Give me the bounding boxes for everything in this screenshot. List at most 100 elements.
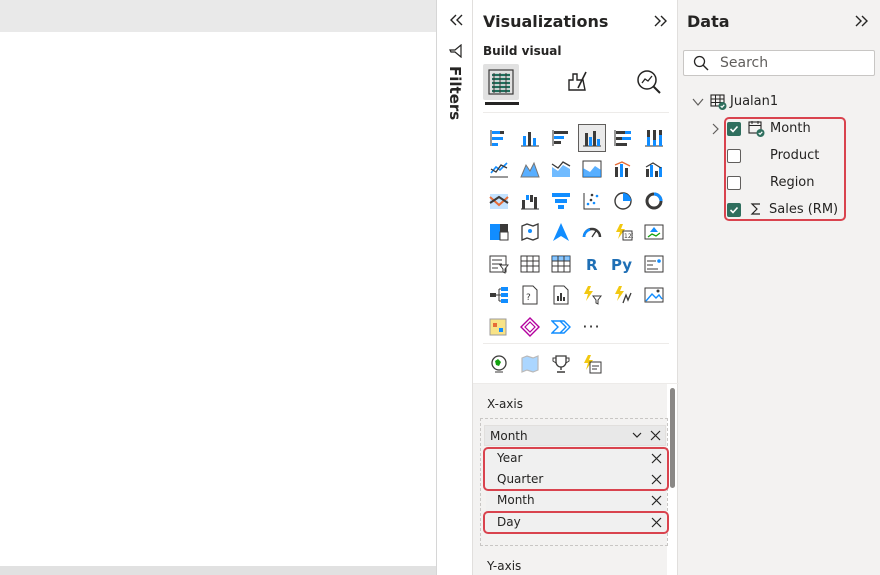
stacked-bar-chart-icon[interactable] — [483, 122, 514, 154]
100-stacked-column-chart-icon[interactable] — [638, 122, 669, 154]
field-checkbox-sales[interactable] — [727, 203, 741, 217]
sigma-icon — [750, 203, 760, 215]
more-visuals-button[interactable]: ··· — [576, 311, 607, 343]
paintbrush-icon — [568, 71, 587, 91]
treemap-icon[interactable] — [483, 217, 514, 249]
canvas-footer — [0, 566, 436, 575]
kpi-icon[interactable] — [638, 217, 669, 249]
map-icon[interactable] — [514, 217, 545, 249]
remove-hierarchy-level-icon[interactable] — [651, 453, 662, 464]
data-pane: Data Jualan1 Month Product Region — [679, 0, 880, 575]
custom-visual-row — [483, 348, 607, 380]
matrix-icon[interactable] — [545, 248, 576, 280]
table-name[interactable]: Jualan1 — [730, 94, 778, 109]
data-search-box[interactable] — [683, 50, 875, 76]
remove-hierarchy-level-icon[interactable] — [651, 474, 662, 485]
line-and-stacked-column-chart-icon[interactable] — [607, 154, 638, 186]
analytics-tab[interactable] — [631, 64, 667, 100]
x-axis-field-chip[interactable]: Month — [484, 425, 666, 446]
funnel-chart-icon[interactable] — [545, 185, 576, 217]
hierarchy-item-quarter[interactable]: Quarter — [486, 469, 666, 490]
clustered-bar-chart-icon[interactable] — [545, 122, 576, 154]
y-axis-label: Y-axis — [487, 559, 522, 573]
paginated-report-icon[interactable] — [545, 280, 576, 312]
trophy-icon[interactable] — [545, 348, 576, 380]
pie-chart-icon[interactable] — [607, 185, 638, 217]
stacked-column-chart-icon[interactable] — [514, 122, 545, 154]
hierarchy-item-month[interactable]: Month — [486, 490, 666, 511]
clustered-column-chart-icon[interactable] — [576, 122, 607, 154]
filters-label[interactable]: Filters — [440, 66, 470, 126]
table-icon[interactable] — [514, 248, 545, 280]
field-chip-label: Month — [490, 428, 528, 443]
more-visuals-label: ··· — [582, 317, 601, 337]
line-and-clustered-column-chart-icon[interactable] — [638, 154, 669, 186]
build-visual-active-indicator — [485, 102, 519, 105]
collapse-left-icon[interactable] — [448, 10, 464, 30]
card-icon[interactable]: 123 — [607, 217, 638, 249]
power-automate-icon[interactable] — [514, 311, 545, 343]
python-visual-icon[interactable]: Py — [607, 248, 638, 280]
search-input[interactable] — [720, 54, 870, 72]
report-page[interactable] — [0, 32, 436, 566]
area-chart-icon[interactable] — [514, 154, 545, 186]
remove-field-icon[interactable] — [650, 430, 661, 441]
chevron-down-icon[interactable] — [692, 96, 704, 108]
x-axis-label: X-axis — [487, 397, 523, 411]
visualizations-pane: Visualizations Build visual 12 R Py ? ··… — [472, 0, 679, 575]
field-name-sales[interactable]: Sales (RM) — [769, 202, 838, 217]
field-checkbox-region[interactable] — [727, 176, 741, 190]
hierarchy-item-year[interactable]: Year — [486, 448, 666, 469]
ribbon-chart-icon[interactable] — [483, 185, 514, 217]
field-checkbox-product[interactable] — [727, 149, 741, 163]
field-name-region[interactable]: Region — [770, 175, 815, 190]
field-checkbox-month[interactable] — [727, 122, 741, 136]
wells-scrollbar[interactable] — [670, 388, 675, 488]
svg-text:?: ? — [526, 293, 531, 303]
100-stacked-bar-chart-icon[interactable] — [607, 122, 638, 154]
decomposition-tree-icon[interactable] — [483, 280, 514, 312]
expand-right-icon[interactable] — [653, 12, 669, 30]
slicer-icon[interactable] — [483, 248, 514, 280]
shape-map-icon[interactable] — [514, 348, 545, 380]
line-chart-icon[interactable] — [483, 154, 514, 186]
remove-hierarchy-level-icon[interactable] — [651, 495, 662, 506]
scatter-chart-icon[interactable] — [576, 185, 607, 217]
divider — [483, 112, 669, 113]
hierarchy-item-label: Quarter — [497, 472, 544, 486]
azure-map-icon[interactable] — [545, 217, 576, 249]
gauge-icon[interactable] — [576, 217, 607, 249]
chevron-right-icon[interactable] — [709, 123, 721, 135]
canvas-header — [0, 0, 436, 32]
svg-text:R: R — [586, 256, 598, 274]
100-stacked-area-chart-icon[interactable] — [576, 154, 607, 186]
build-visual-tab[interactable] — [483, 64, 519, 100]
visual-gallery: 123 R Py ? ··· — [483, 122, 669, 343]
r-script-visual-icon[interactable]: R — [576, 248, 607, 280]
hierarchy-item-day[interactable]: Day — [486, 512, 666, 533]
build-visual-label: Build visual — [483, 44, 562, 58]
power-apps-icon[interactable] — [483, 311, 514, 343]
key-influencers-icon[interactable] — [638, 248, 669, 280]
qa-visual-icon[interactable]: ? — [514, 280, 545, 312]
filter-icon — [449, 44, 462, 58]
hierarchy-item-label: Year — [497, 451, 523, 465]
arcgis-map-icon[interactable] — [483, 348, 514, 380]
metrics-icon[interactable] — [607, 280, 638, 312]
format-visual-tab[interactable] — [559, 64, 595, 100]
stacked-area-chart-icon[interactable] — [545, 154, 576, 186]
smart-narrative-icon[interactable] — [576, 280, 607, 312]
svg-text:Py: Py — [611, 256, 632, 274]
waterfall-chart-icon[interactable] — [514, 185, 545, 217]
power-automate-flow-icon[interactable] — [545, 311, 576, 343]
image-visual-icon[interactable] — [638, 280, 669, 312]
expand-right-icon[interactable] — [854, 12, 870, 30]
visualizations-title: Visualizations — [483, 12, 609, 31]
donut-chart-icon[interactable] — [638, 185, 669, 217]
field-name-product[interactable]: Product — [770, 148, 819, 163]
narrative-slicer-icon[interactable] — [576, 348, 607, 380]
filters-pane-collapsed[interactable]: Filters — [436, 0, 472, 575]
field-name-month[interactable]: Month — [770, 121, 811, 136]
remove-hierarchy-level-icon[interactable] — [651, 517, 662, 528]
chevron-down-icon[interactable] — [631, 429, 643, 441]
